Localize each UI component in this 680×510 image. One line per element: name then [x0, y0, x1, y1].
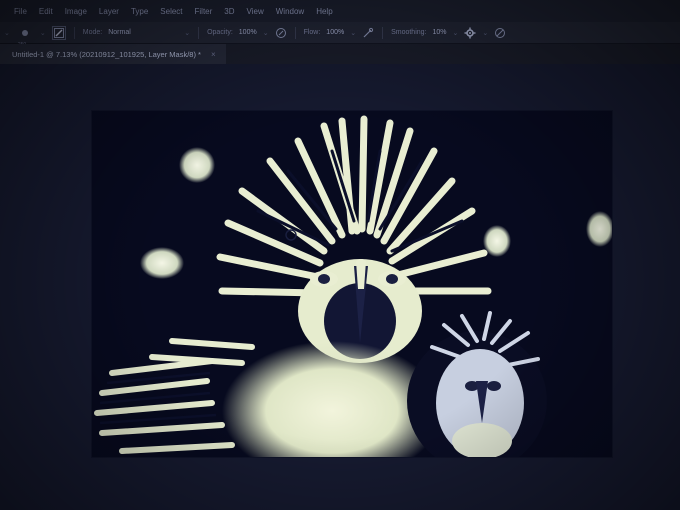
menu-image[interactable]: Image — [59, 7, 93, 16]
canvas-workspace[interactable] — [0, 64, 680, 510]
opacity-field[interactable]: 100% — [239, 29, 257, 36]
flow-label: Flow: — [303, 29, 321, 36]
brush-preset-chevron-icon[interactable]: ⌄ — [40, 29, 46, 37]
menu-file[interactable]: File — [8, 7, 33, 16]
airbrush-icon[interactable] — [362, 27, 374, 39]
menu-view[interactable]: View — [241, 7, 270, 16]
menu-type[interactable]: Type — [125, 7, 154, 16]
smoothing-field[interactable]: 10% — [433, 29, 447, 36]
menu-edit[interactable]: Edit — [33, 7, 59, 16]
options-divider — [294, 26, 296, 39]
menu-select[interactable]: Select — [154, 7, 188, 16]
opacity-label: Opacity: — [207, 29, 233, 36]
flow-field[interactable]: 100% — [326, 29, 344, 36]
options-divider — [382, 26, 384, 39]
mode-chevron-icon[interactable]: ⌄ — [184, 29, 190, 37]
options-divider — [73, 26, 75, 39]
brush-settings-toggle[interactable] — [51, 25, 66, 40]
smoothing-label: Smoothing: — [391, 29, 427, 36]
settings-chevron-icon[interactable]: ⌄ — [482, 29, 488, 37]
flow-chevron-icon[interactable]: ⌄ — [350, 29, 356, 37]
brush-preset-icon — [21, 29, 28, 36]
menu-bar: File Edit Image Layer Type Select Filter… — [0, 0, 680, 22]
menu-layer[interactable]: Layer — [93, 7, 125, 16]
options-divider — [198, 26, 200, 39]
mode-dropdown[interactable]: Normal — [108, 29, 178, 36]
menu-help[interactable]: Help — [310, 7, 338, 16]
close-icon[interactable]: × — [211, 50, 216, 59]
menu-3d[interactable]: 3D — [218, 7, 240, 16]
layer-mask-image[interactable] — [92, 111, 612, 457]
brush-settings-icon — [53, 27, 64, 38]
tool-options-bar: ⌄ 250 ⌄ Mode: Normal ⌄ Opacity: 100% ⌄ F… — [0, 22, 680, 48]
document-tab[interactable]: Untitled-1 @ 7.13% (20210912_101925, Lay… — [0, 44, 226, 64]
gear-icon[interactable] — [464, 27, 476, 39]
tool-preset-chevron-icon[interactable]: ⌄ — [4, 29, 10, 37]
menu-filter[interactable]: Filter — [189, 7, 219, 16]
brush-preset-picker[interactable]: 250 — [16, 24, 34, 48]
smoothing-chevron-icon[interactable]: ⌄ — [453, 29, 459, 37]
document-canvas[interactable] — [92, 111, 612, 457]
opacity-chevron-icon[interactable]: ⌄ — [263, 29, 269, 37]
document-tab-title: Untitled-1 @ 7.13% (20210912_101925, Lay… — [12, 49, 201, 59]
document-tab-bar: Untitled-1 @ 7.13% (20210912_101925, Lay… — [0, 44, 680, 64]
mode-label: Mode: — [82, 29, 103, 36]
pressure-size-icon[interactable] — [494, 27, 506, 39]
menu-window[interactable]: Window — [270, 7, 310, 16]
pressure-opacity-icon[interactable] — [275, 27, 287, 39]
